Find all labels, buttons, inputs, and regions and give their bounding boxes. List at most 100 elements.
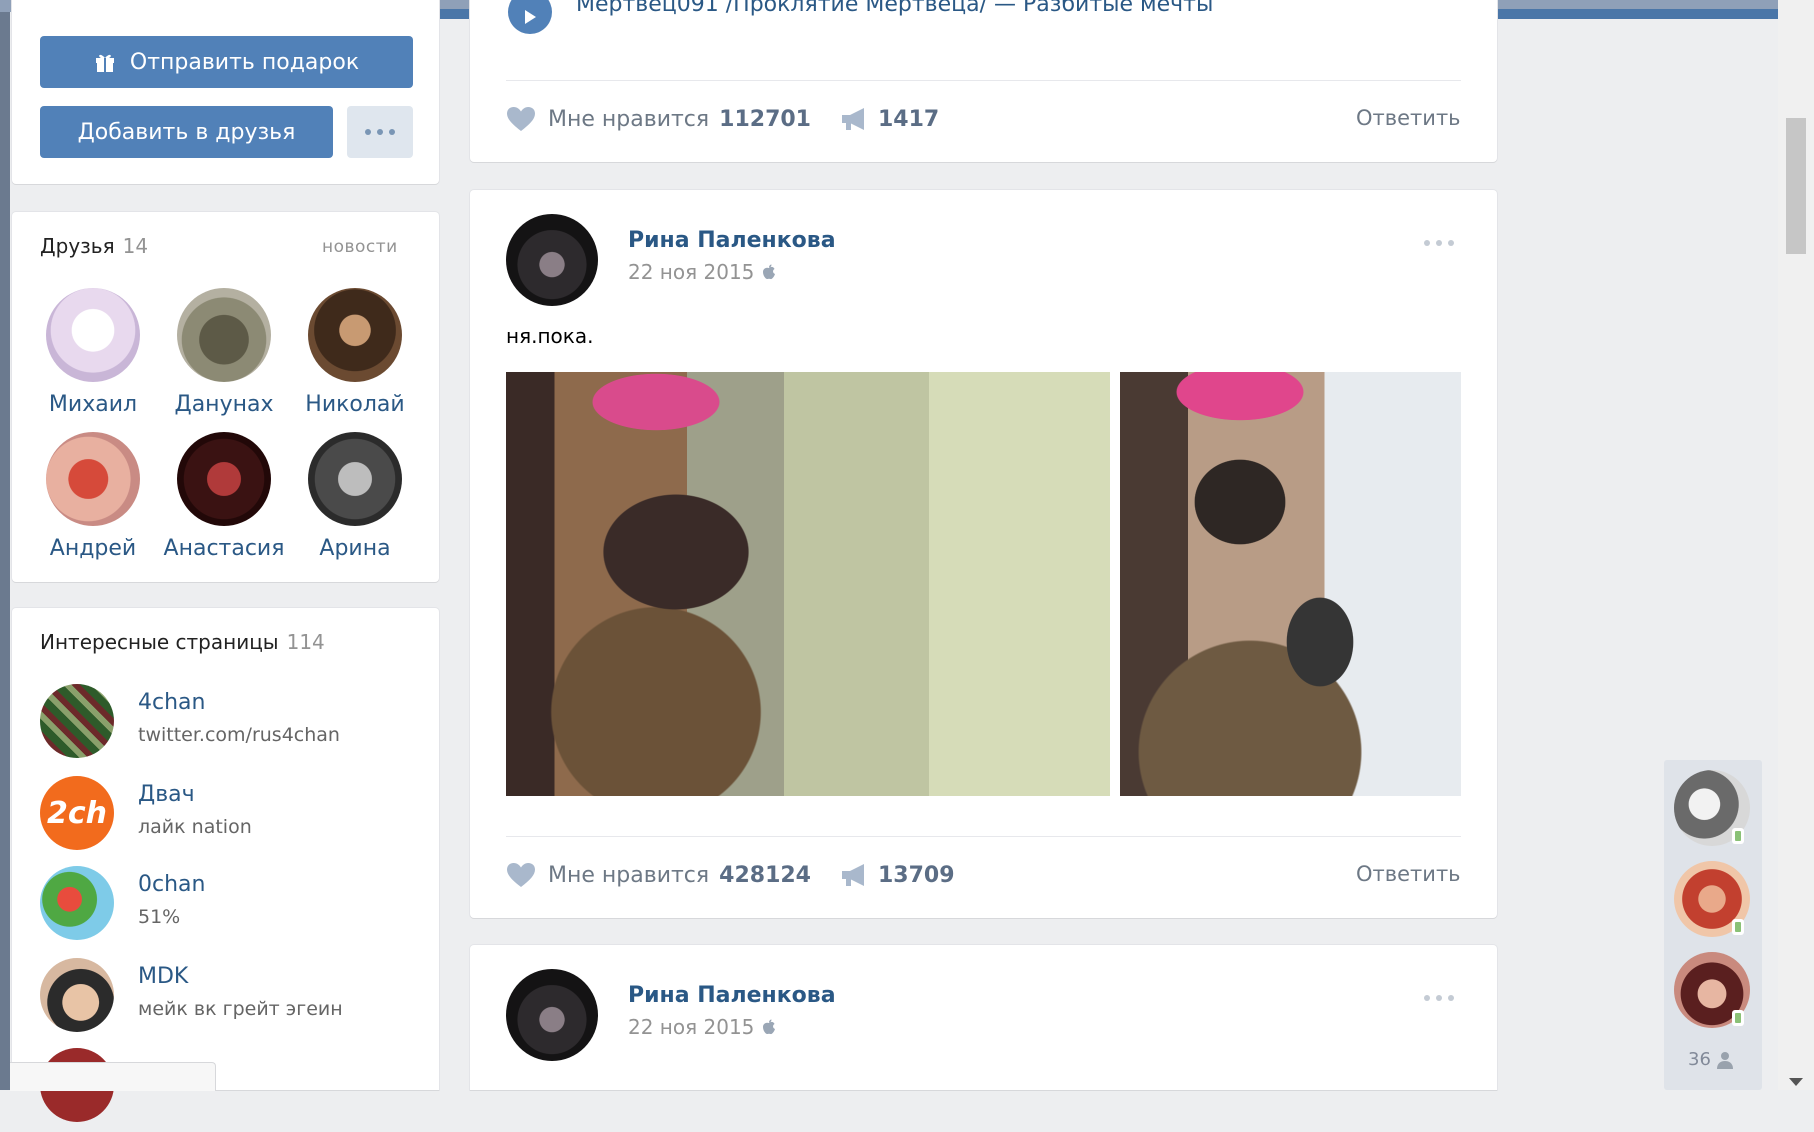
post-date-text: 22 ноя 2015	[628, 1015, 755, 1039]
post-date-text: 22 ноя 2015	[628, 260, 755, 284]
online-mobile-icon	[1732, 828, 1744, 844]
post-date[interactable]: 22 ноя 2015	[628, 260, 776, 284]
friend-item[interactable]: Анастасия	[159, 432, 289, 561]
heart-icon	[507, 107, 535, 131]
avatar	[40, 958, 114, 1032]
more-icon	[365, 129, 395, 135]
post-divider	[506, 80, 1461, 81]
pages-count: 114	[286, 630, 325, 654]
avatar	[46, 432, 140, 526]
repost-button[interactable]: 13709	[840, 862, 955, 888]
profile-actions-card: Отправить подарок Добавить в друзья	[12, 0, 439, 184]
wall-post: Рина Паленкова 22 ноя 2015 ня.пока. Мне …	[470, 190, 1497, 918]
wall-post: Рина Паленкова 22 ноя 2015	[470, 945, 1497, 1090]
megaphone-icon	[842, 864, 864, 886]
post-divider	[506, 836, 1461, 837]
friend-name: Арина	[319, 536, 391, 561]
friend-name: Михаил	[48, 392, 138, 417]
reply-link[interactable]: Ответить	[1356, 862, 1461, 886]
avatar	[40, 866, 114, 940]
friends-card: Друзья 14 новости Михаил Данунах Николай …	[12, 212, 439, 582]
friends-title-label: Друзья	[40, 234, 115, 258]
avatar	[177, 288, 271, 382]
apple-icon	[763, 1019, 776, 1035]
like-button[interactable]: Мне нравится 428124	[506, 862, 811, 888]
chat-online-count[interactable]: 36	[1688, 1049, 1733, 1070]
online-mobile-icon	[1732, 919, 1744, 935]
scroll-down-icon[interactable]	[1789, 1078, 1803, 1086]
friends-news-link[interactable]: новости	[322, 237, 398, 257]
friend-item[interactable]: Николай	[290, 288, 420, 417]
wall-post: Мертвец091 /Проклятие Мертвеца/ — Разбит…	[470, 0, 1497, 162]
person-icon	[1716, 1051, 1733, 1069]
audio-title: Мертвец091 /Проклятие Мертвеца/ — Разбит…	[576, 0, 1214, 17]
audio-row[interactable]: Мертвец091 /Проклятие Мертвеца/ — Разбит…	[508, 0, 1459, 36]
window-edge	[0, 0, 10, 1090]
pages-title-label: Интересные страницы	[40, 630, 279, 654]
online-mobile-icon	[1732, 1010, 1744, 1026]
friend-name: Анастасия	[163, 536, 285, 561]
avatar	[308, 432, 402, 526]
chat-contact[interactable]	[1674, 770, 1750, 846]
apple-icon	[763, 264, 776, 280]
send-gift-button[interactable]: Отправить подарок	[40, 36, 413, 88]
repost-count: 1417	[878, 106, 940, 132]
page-name: 0chan	[138, 872, 206, 897]
friend-name: Данунах	[174, 392, 274, 417]
avatar	[40, 684, 114, 758]
avatar: 2ch	[40, 776, 114, 850]
page-subtitle: twitter.com/rus4chan	[138, 724, 340, 746]
reply-link[interactable]: Ответить	[1356, 106, 1461, 130]
play-icon[interactable]	[508, 0, 552, 34]
interesting-pages-card: Интересные страницы 114 4chan twitter.com…	[12, 608, 439, 1122]
friends-title[interactable]: Друзья 14	[40, 234, 148, 258]
repost-count: 13709	[878, 862, 955, 888]
post-author[interactable]: Рина Паленкова	[628, 983, 836, 1008]
post-menu-button[interactable]	[1424, 240, 1454, 246]
avatar	[46, 288, 140, 382]
gift-icon	[95, 54, 114, 72]
like-label: Мне нравится	[548, 106, 710, 132]
add-friend-button[interactable]: Добавить в друзья	[40, 106, 333, 158]
page-subtitle: 51%	[138, 906, 181, 928]
chat-sidebar: 36	[1664, 760, 1762, 1090]
avatar	[308, 288, 402, 382]
page-name: 4chan	[138, 690, 206, 715]
repost-button[interactable]: 1417	[840, 106, 939, 132]
friends-count: 14	[122, 234, 149, 258]
post-menu-button[interactable]	[1424, 995, 1454, 1001]
chat-count-text: 36	[1688, 1049, 1711, 1070]
avatar[interactable]	[506, 214, 598, 306]
post-photo[interactable]	[1120, 372, 1461, 796]
like-count: 112701	[719, 106, 811, 132]
more-icon	[1424, 995, 1454, 1001]
like-button[interactable]: Мне нравится 112701	[506, 106, 811, 132]
like-label: Мне нравится	[548, 862, 710, 888]
friend-name: Андрей	[49, 536, 137, 561]
like-count: 428124	[719, 862, 811, 888]
bottom-tab[interactable]	[10, 1062, 216, 1091]
page-name: MDK	[138, 964, 189, 989]
heart-icon	[507, 863, 535, 887]
page-name: Двач	[138, 782, 195, 807]
chat-contact[interactable]	[1674, 861, 1750, 937]
more-icon	[1424, 240, 1454, 246]
friend-item[interactable]: Арина	[290, 432, 420, 561]
friend-item[interactable]: Данунах	[159, 288, 289, 417]
pages-title[interactable]: Интересные страницы 114	[40, 630, 325, 654]
scrollbar-thumb[interactable]	[1786, 118, 1806, 254]
post-text: ня.пока.	[506, 324, 594, 348]
chat-contact[interactable]	[1674, 952, 1750, 1028]
megaphone-icon	[842, 108, 864, 130]
post-photo[interactable]	[506, 372, 1110, 796]
friend-name: Николай	[305, 392, 405, 417]
send-gift-label: Отправить подарок	[129, 49, 360, 75]
avatar[interactable]	[506, 969, 598, 1061]
post-date[interactable]: 22 ноя 2015	[628, 1015, 776, 1039]
page-scrollbar[interactable]	[1778, 0, 1814, 1090]
friend-item[interactable]: Михаил	[28, 288, 158, 417]
add-friend-label: Добавить в друзья	[77, 119, 296, 145]
more-actions-button[interactable]	[347, 106, 413, 158]
post-author[interactable]: Рина Паленкова	[628, 228, 836, 253]
friend-item[interactable]: Андрей	[28, 432, 158, 561]
